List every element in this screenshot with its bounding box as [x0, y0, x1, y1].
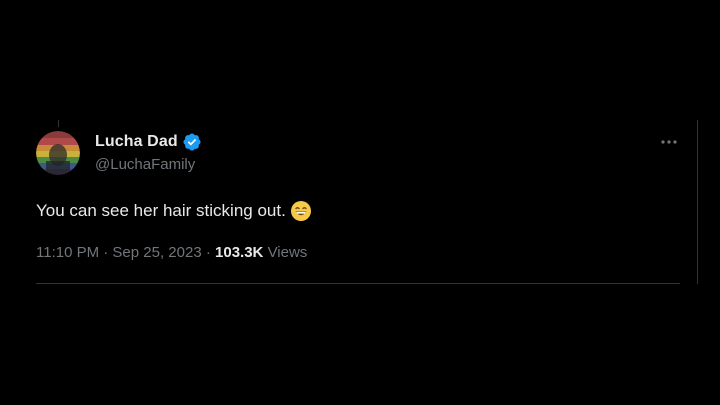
avatar-image — [36, 131, 80, 175]
tweet-text: You can see her hair sticking out. — [36, 201, 286, 220]
divider — [36, 283, 680, 284]
meta-separator: · — [201, 244, 216, 261]
avatar[interactable] — [36, 131, 80, 175]
display-name-row: Lucha Dad — [95, 131, 202, 153]
verified-badge-icon — [182, 132, 202, 152]
tweet-screen: Lucha Dad @LuchaFamily You can see her h… — [0, 0, 720, 405]
author-names: Lucha Dad @LuchaFamily — [95, 131, 202, 173]
grinning-face-emoji-icon — [290, 200, 312, 222]
display-name[interactable]: Lucha Dad — [95, 133, 178, 151]
thread-line — [58, 120, 59, 127]
more-options-button[interactable] — [658, 134, 680, 150]
tweet-header: Lucha Dad @LuchaFamily — [36, 128, 680, 176]
more-options-icon — [661, 140, 677, 144]
tweet-timestamp[interactable]: 11:10 PM · Sep 25, 2023 — [36, 244, 202, 261]
views-count: 103.3K — [215, 244, 264, 261]
tweet-body: You can see her hair sticking out. — [36, 200, 312, 222]
tweet-meta: 11:10 PM · Sep 25, 2023 · 103.3K Views — [36, 244, 307, 261]
views-label: Views — [267, 244, 308, 261]
tweet-card: Lucha Dad @LuchaFamily You can see her h… — [36, 128, 680, 284]
author-handle[interactable]: @LuchaFamily — [95, 156, 202, 173]
column-border — [697, 120, 698, 284]
